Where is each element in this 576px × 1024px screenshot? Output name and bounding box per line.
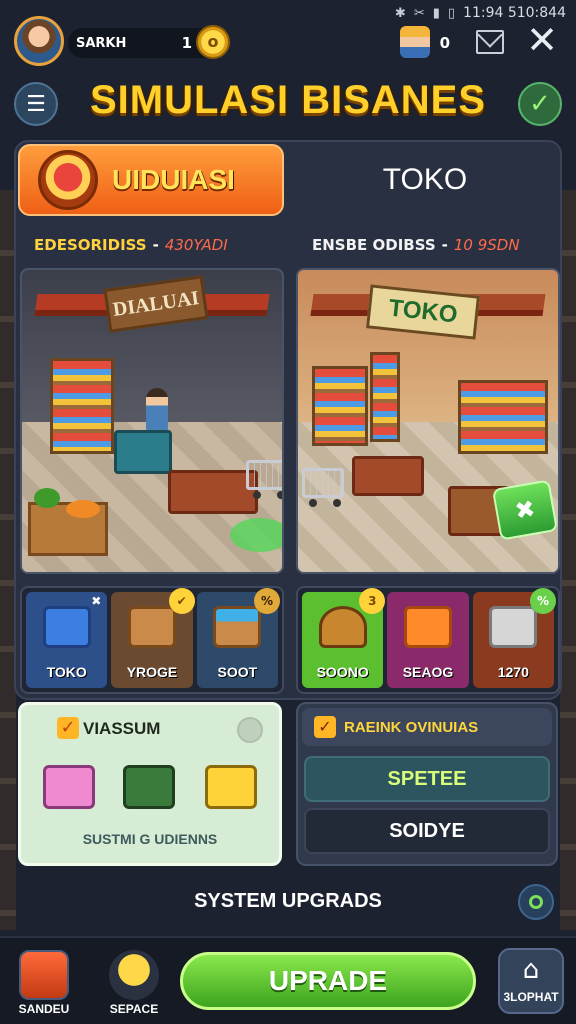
close-icon[interactable]: ✕ (526, 20, 558, 60)
worker-icon[interactable] (400, 26, 430, 58)
item-corner-badge: % (253, 588, 280, 614)
speed-button[interactable]: SPETEE (304, 756, 550, 802)
item-label: 1270 (497, 664, 529, 680)
upgrade-card[interactable]: ✓ VIASSUM SUSTMI G UDIENNS (18, 702, 282, 866)
display-case (114, 430, 172, 474)
item-label: YROGE (126, 664, 178, 680)
item-soot[interactable]: % SOOT (196, 588, 280, 688)
solve-button[interactable]: SOIDYE (304, 808, 550, 854)
nav-label: SANDEU (18, 1002, 70, 1016)
item-corner-badge (445, 588, 471, 614)
settings-button[interactable] (518, 884, 554, 920)
supplies-icon (489, 606, 538, 648)
crate-icon (127, 606, 176, 648)
reward-card: ✓ RAEINK OVINUIAS SPETEE SOIDYE (296, 702, 558, 866)
checkbox-icon: ✓ (314, 716, 336, 738)
item-corner-badge: % (529, 588, 556, 614)
ring-icon (529, 895, 543, 909)
toggle-icon[interactable] (237, 717, 263, 743)
market-stall-scene[interactable]: DIALUAI (20, 268, 284, 574)
shopkeeper (146, 388, 168, 432)
produce-counter (168, 470, 258, 514)
item-toko[interactable]: ✖ TOKO (26, 592, 108, 688)
upgrade-card-title: VIASSUM (83, 719, 161, 738)
gift-box-icon (403, 606, 452, 648)
item-yroge[interactable]: ✔ YROGE (111, 588, 195, 688)
lightbulb-icon (109, 950, 159, 1000)
shop-box-icon (38, 150, 98, 210)
product-shelf (370, 352, 400, 442)
tab-label-active: UIDUIASI (112, 164, 235, 195)
shopping-cart (246, 460, 282, 499)
shop-icon (19, 950, 69, 1000)
upgrade-badge-icon[interactable]: ✖ (491, 479, 558, 541)
coin-icon[interactable]: o (196, 25, 230, 59)
pink-chest-icon (43, 765, 95, 809)
coin-count: 1 (181, 34, 192, 52)
item-label: TOKO (46, 664, 87, 680)
item-seaog[interactable]: SEAOG (387, 592, 469, 688)
left-column-label: EDESORIDISS (34, 236, 147, 254)
stall-items-row: ✖ TOKO ✔ YROGE % SOOT (20, 586, 284, 694)
product-shelf (312, 366, 368, 446)
hamburger-icon: ☰ (26, 91, 46, 117)
item-label: SEAOG (402, 664, 454, 680)
item-1270[interactable]: % 1270 (472, 588, 556, 688)
nav-label: 3LOPHAT (503, 990, 559, 1004)
chest-icon (213, 606, 262, 648)
toko-store-scene[interactable]: TOKO ✖ (296, 268, 560, 574)
reward-card-header: ✓ RAEINK OVINUIAS (302, 708, 552, 746)
left-column-value: 430YADI (164, 236, 228, 254)
worker-count: 0 (439, 34, 450, 52)
home-icon: ⌂ (522, 955, 540, 985)
right-column-header: ENSBE ODIBSS -10 9SDN (312, 236, 520, 254)
tab-toko[interactable]: TOKO (292, 144, 558, 216)
product-shelf (50, 358, 114, 454)
item-corner-badge: ✔ (168, 588, 195, 614)
page-title: SIMULASI BISANES (89, 78, 487, 122)
item-corner-badge: 3 (359, 588, 386, 614)
upgrade-button[interactable]: UPRADE (180, 952, 476, 1010)
tab-label-inactive: TOKO (382, 163, 468, 196)
item-corner-badge: ✖ (91, 594, 102, 608)
checkout-counter (352, 456, 424, 496)
upgrade-card-subtitle: SUSTMI G UDIENNS (82, 831, 218, 847)
item-soono[interactable]: 3 SOONO (302, 588, 386, 688)
home-button[interactable]: ⌂ 3LOPHAT (498, 948, 564, 1014)
left-column-header: EDESORIDISS -430YADI (34, 236, 228, 254)
gold-chest-icon (205, 765, 257, 809)
main-panel: UIDUIASI TOKO EDESORIDISS -430YADI ENSBE … (14, 140, 562, 700)
reward-card-title: RAEINK OVINUIAS (344, 718, 479, 736)
item-label: SOONO (316, 664, 369, 680)
confirm-button[interactable]: ✓ (518, 82, 562, 126)
nav-sandeu[interactable]: SANDEU (12, 950, 76, 1016)
tab-uiduiasi[interactable]: UIDUIASI (18, 144, 284, 216)
player-info: SARKH 1 o (68, 25, 230, 59)
avatar[interactable] (14, 16, 64, 66)
top-bar: SARKH 1 o 0 ✕ (10, 16, 566, 72)
bottom-nav: SANDEU SEPACE UPRADE ⌂ 3LOPHAT (0, 936, 576, 1024)
right-column-value: 10 9SDN (453, 236, 520, 254)
background-shelf-right (560, 190, 576, 930)
money-crate-icon (123, 765, 175, 809)
store-items-row: 3 SOONO SEAOG % 1270 (296, 586, 560, 694)
product-shelf (458, 380, 548, 454)
item-label: SOOT (217, 664, 258, 680)
nav-sepace[interactable]: SEPACE (102, 950, 166, 1016)
nav-label: SEPACE (109, 1002, 159, 1016)
basket-icon (318, 606, 367, 648)
checkmark-icon: ✓ (529, 89, 551, 119)
mail-icon[interactable] (476, 30, 504, 54)
checkbox-icon: ✓ (57, 717, 79, 739)
shopping-cart (302, 468, 344, 507)
player-name: SARKH (76, 35, 127, 51)
blue-box-icon (42, 606, 91, 648)
right-column-label: ENSBE ODIBSS (312, 236, 436, 254)
system-upgrades-label: SYSTEM UPGRADS (194, 890, 382, 912)
menu-button[interactable]: ☰ (14, 82, 58, 126)
